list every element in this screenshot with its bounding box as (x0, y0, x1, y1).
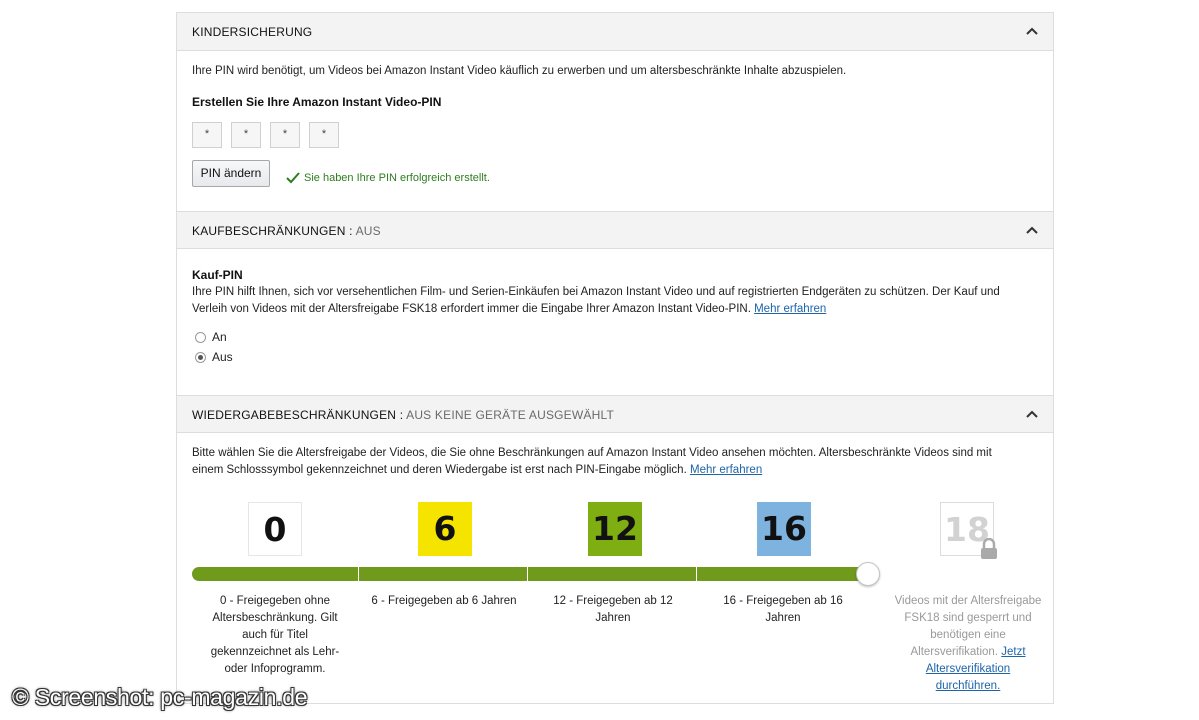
chevron-up-icon[interactable] (1025, 225, 1039, 235)
rating-badge-0[interactable]: 0 (248, 502, 302, 556)
playback-description: Bitte wählen Sie die Altersfreigabe der … (192, 445, 1032, 479)
level-description-16: 16 - Freigegeben ab 16 Jahren (723, 595, 843, 624)
purchase-title-label: KAUFBESCHRÄNKUNGEN : (192, 224, 353, 238)
rating-badge-6[interactable]: 6 (418, 502, 472, 556)
purchase-description-line2: Verleih von Videos mit der Altersfreigab… (192, 303, 751, 315)
radio-selected-dot (198, 355, 203, 360)
slider-separator (696, 567, 697, 581)
level-description-12: 12 - Freigegeben ab 12 Jahren (553, 595, 673, 624)
purchase-radio-off[interactable] (195, 352, 206, 363)
section-title-purchase: KAUFBESCHRÄNKUNGEN : AUS (192, 224, 381, 238)
level-description-0: 0 - Freigegeben ohne Altersbeschränkung.… (210, 595, 340, 675)
child-lock-description: Ihre PIN wird benötigt, um Videos bei Am… (192, 65, 847, 77)
purchase-description: Ihre PIN hilft Ihnen, sich vor versehent… (192, 284, 1032, 318)
purchase-radio-on[interactable] (195, 332, 206, 343)
purchase-description-line1: Ihre PIN hilft Ihnen, sich vor versehent… (192, 286, 1000, 298)
purchase-more-link[interactable]: Mehr erfahren (754, 303, 826, 315)
level-description-6: 6 - Freigegeben ab 6 Jahren (371, 595, 517, 607)
pin-success-message: Sie haben Ihre PIN erfolgreich erstellt. (286, 172, 490, 184)
slider-separator (358, 567, 359, 581)
playback-status: AUS KEINE GERÄTE AUSGEWÄHLT (406, 408, 614, 422)
chevron-up-icon[interactable] (1025, 26, 1039, 36)
pin-heading: Erstellen Sie Ihre Amazon Instant Video-… (192, 95, 442, 109)
chevron-up-icon[interactable] (1025, 409, 1039, 419)
section-title-child-lock: KINDERSICHERUNG (192, 25, 313, 39)
playback-more-link[interactable]: Mehr erfahren (690, 464, 762, 476)
section-title-playback: WIEDERGABEBESCHRÄNKUNGEN : AUS KEINE GER… (192, 408, 614, 422)
pin-digit-1[interactable]: * (192, 122, 222, 148)
purchase-subheading: Kauf-PIN (192, 268, 243, 282)
slider-separator (527, 567, 528, 581)
purchase-status: AUS (355, 224, 381, 238)
purchase-radio-on-label[interactable]: An (212, 330, 227, 344)
pin-success-text: Sie haben Ihre PIN erfolgreich erstellt. (304, 172, 490, 184)
watermark: © Screenshot: pc-magazin.de (12, 684, 308, 710)
playback-description-line2: einem Schlosssymbol gekennzeichnet und d… (192, 464, 687, 476)
pin-digit-3[interactable]: * (270, 122, 300, 148)
section-header-child-lock[interactable]: KINDERSICHERUNG (177, 13, 1053, 51)
pin-digit-2[interactable]: * (231, 122, 261, 148)
lock-icon (981, 538, 997, 559)
section-header-playback[interactable]: WIEDERGABEBESCHRÄNKUNGEN : AUS KEINE GER… (177, 395, 1053, 433)
rating-badge-12[interactable]: 12 (588, 502, 642, 556)
age-rating-slider[interactable] (192, 567, 868, 581)
playback-description-line1: Bitte wählen Sie die Altersfreigabe der … (192, 447, 992, 459)
checkmark-icon (286, 172, 300, 184)
playback-title-label: WIEDERGABEBESCHRÄNKUNGEN : (192, 408, 404, 422)
pin-digit-4[interactable]: * (309, 122, 339, 148)
slider-handle[interactable] (856, 562, 880, 586)
rating-badge-16[interactable]: 16 (757, 502, 811, 556)
purchase-radio-off-label[interactable]: Aus (212, 350, 233, 364)
change-pin-button[interactable]: PIN ändern (192, 160, 270, 187)
level-description-18: Videos mit der Altersfreigabe FSK18 sind… (893, 593, 1043, 695)
section-header-purchase[interactable]: KAUFBESCHRÄNKUNGEN : AUS (177, 211, 1053, 249)
